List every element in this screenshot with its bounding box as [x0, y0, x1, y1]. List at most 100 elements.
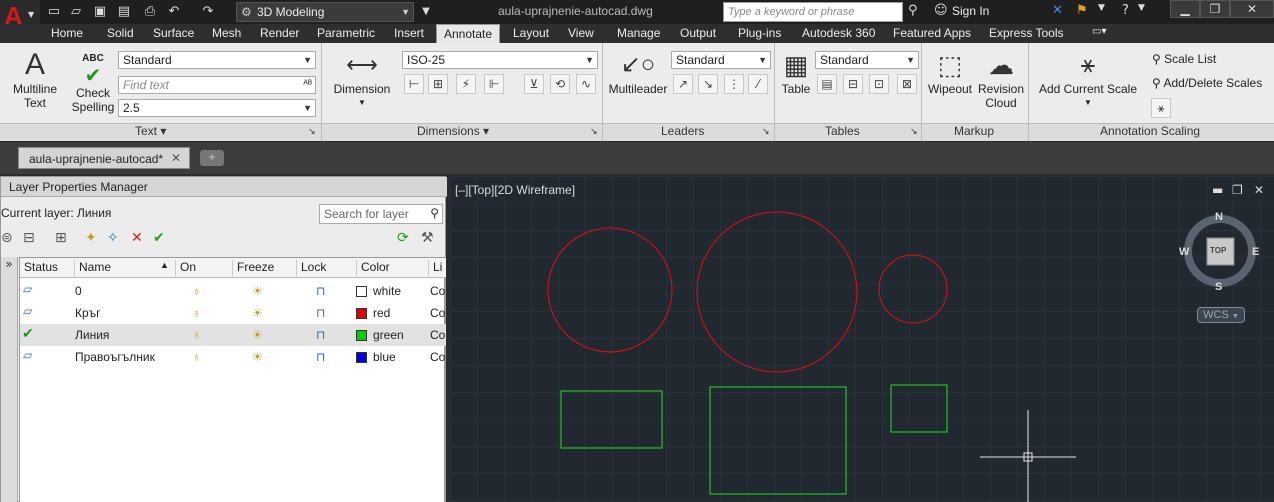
tab-autodesk-360[interactable]: Autodesk 360: [802, 26, 875, 40]
refresh-icon[interactable]: ⟳: [397, 230, 409, 246]
text-style-select[interactable]: Standard ▼: [118, 51, 316, 69]
layer-color[interactable]: green: [356, 328, 404, 342]
column-on[interactable]: On: [175, 260, 196, 278]
print-icon[interactable]: ⎙: [140, 3, 160, 21]
chevron-down-icon[interactable]: ▼: [1098, 3, 1105, 13]
subscription-icon[interactable]: ⚑: [1076, 3, 1088, 18]
viewport-minimize-icon[interactable]: ▬: [1212, 183, 1223, 197]
compass-east[interactable]: E: [1252, 246, 1259, 258]
layer-status-icon[interactable]: ▱: [23, 304, 32, 318]
compass-west[interactable]: W: [1179, 246, 1189, 258]
delete-layer-icon[interactable]: ✕: [131, 230, 143, 246]
layer-search-input[interactable]: Search for layer ⚲: [319, 204, 443, 224]
layer-status-icon[interactable]: ▱: [23, 282, 32, 296]
layer-row[interactable]: ▱ Правоъгълник ♁ ☀ ⊓ blue Co: [20, 346, 446, 368]
help-button[interactable]: ?: [1122, 3, 1129, 18]
tab-insert[interactable]: Insert: [394, 26, 424, 40]
layer-status-icon[interactable]: ▱: [23, 348, 32, 362]
tab-view[interactable]: View: [568, 26, 594, 40]
layer-row[interactable]: ✔ Линия ♁ ☀ ⊓ green Co: [20, 324, 446, 346]
text-panel-title[interactable]: Text ▾: [135, 124, 166, 138]
drawing-canvas[interactable]: [450, 176, 1274, 502]
multiline-text-button[interactable]: A Multiline Text: [8, 48, 62, 110]
unlock-icon[interactable]: ⊓: [316, 350, 325, 364]
add-current-scale-button[interactable]: ⚹ Add Current Scale ▼: [1038, 48, 1138, 110]
tab-layout[interactable]: Layout: [513, 26, 549, 40]
restore-button[interactable]: ❐: [1200, 0, 1230, 18]
viewport-restore-icon[interactable]: ❐: [1232, 183, 1243, 197]
tab-annotate[interactable]: Annotate: [436, 24, 501, 43]
tab-output[interactable]: Output: [680, 26, 716, 40]
layer-name[interactable]: Линия: [75, 328, 109, 342]
align-leader-icon[interactable]: ⋮: [724, 74, 744, 94]
viewcube-top-label[interactable]: TOP: [1210, 246, 1226, 255]
find-text-input[interactable]: Find text ᴬᴮ: [118, 76, 316, 94]
layer-linetype[interactable]: Co: [430, 306, 445, 320]
lightbulb-icon[interactable]: ♁: [192, 284, 201, 298]
dialog-launcher-icon[interactable]: ↘: [910, 126, 918, 137]
layer-name[interactable]: Кръг: [75, 306, 101, 320]
sun-icon[interactable]: ☀: [252, 328, 263, 342]
tab-render[interactable]: Render: [260, 26, 299, 40]
dimensions-panel-title[interactable]: Dimensions ▾: [417, 124, 489, 138]
dialog-launcher-icon[interactable]: ↘: [762, 126, 770, 137]
drawing-viewport[interactable]: [450, 176, 1274, 502]
wipeout-button[interactable]: ⬚ Wipeout: [924, 48, 976, 96]
tab-featured-apps[interactable]: Featured Apps: [893, 26, 971, 40]
lightbulb-icon[interactable]: ♁: [192, 328, 201, 342]
multileader-style-select[interactable]: Standard ▼: [671, 51, 771, 69]
upload-data-icon[interactable]: ⊠: [897, 74, 917, 94]
ribbon-options-icon[interactable]: ▭▾: [1092, 26, 1106, 37]
dim-update-icon[interactable]: ⟲: [550, 74, 570, 94]
lightbulb-icon[interactable]: ♁: [192, 350, 201, 364]
chevron-down-icon[interactable]: ▼: [1138, 3, 1145, 13]
tab-mesh[interactable]: Mesh: [212, 26, 241, 40]
wcs-menu[interactable]: WCS ▼: [1197, 307, 1245, 323]
binoculars-icon[interactable]: ⚲: [908, 3, 918, 18]
new-layer-icon[interactable]: ✦: [85, 230, 97, 246]
sun-icon[interactable]: ☀: [252, 284, 263, 298]
compass-south[interactable]: S: [1215, 281, 1222, 293]
set-current-icon[interactable]: ✔: [153, 230, 165, 246]
new-property-filter-icon[interactable]: ⊜: [1, 230, 13, 246]
layer-name[interactable]: Правоъгълник: [75, 350, 155, 364]
extract-data-icon[interactable]: ▤: [817, 74, 837, 94]
revision-cloud-button[interactable]: ☁ Revision Cloud: [976, 48, 1026, 110]
compass-north[interactable]: N: [1215, 211, 1223, 223]
tab-plug-ins[interactable]: Plug-ins: [738, 26, 781, 40]
column-color[interactable]: Color: [356, 260, 390, 278]
open-icon[interactable]: ▱: [66, 3, 86, 21]
dim-tool-icon[interactable]: ⊢: [404, 74, 424, 94]
link-data-icon[interactable]: ⊟: [843, 74, 863, 94]
tab-manage[interactable]: Manage: [617, 26, 660, 40]
tab-parametric[interactable]: Parametric: [317, 26, 375, 40]
dim-quick-icon[interactable]: ⊞: [428, 74, 448, 94]
unlock-icon[interactable]: ⊓: [316, 284, 325, 298]
redo-icon[interactable]: ↷: [198, 3, 218, 21]
file-tab[interactable]: aula-uprajnenie-autocad* ✕: [18, 147, 190, 169]
viewport-close-icon[interactable]: ✕: [1254, 183, 1264, 197]
layer-color[interactable]: red: [356, 306, 390, 320]
check-spelling-button[interactable]: ABC ✔ Check Spelling: [70, 52, 116, 114]
lightbulb-icon[interactable]: ♁: [192, 306, 201, 320]
customize-quick-access-icon[interactable]: ▼: [416, 3, 436, 21]
new-group-filter-icon[interactable]: ⊟: [23, 230, 35, 246]
sun-icon[interactable]: ☀: [252, 350, 263, 364]
layer-linetype[interactable]: Co: [430, 328, 445, 342]
layer-color[interactable]: blue: [356, 350, 396, 364]
table-button[interactable]: ▦ Table: [776, 48, 816, 96]
minimize-button[interactable]: ▁: [1170, 0, 1200, 18]
layer-linetype[interactable]: Co: [430, 350, 445, 364]
workspace-select[interactable]: ⚙ 3D Modeling ▼: [236, 2, 414, 22]
palette-title[interactable]: Layer Properties Manager: [1, 177, 447, 197]
layer-name[interactable]: 0: [75, 284, 82, 298]
exchange-icon[interactable]: ✕: [1052, 3, 1063, 18]
tab-home[interactable]: Home: [51, 26, 83, 40]
column-name[interactable]: Name: [74, 260, 111, 278]
expand-filter-tree-button[interactable]: »: [1, 257, 18, 502]
dialog-launcher-icon[interactable]: ↘: [308, 126, 316, 137]
sun-icon[interactable]: ☀: [252, 306, 263, 320]
save-icon[interactable]: ▣: [90, 3, 110, 21]
remove-leader-icon[interactable]: ↘: [698, 74, 718, 94]
collect-leader-icon[interactable]: ⁄: [748, 74, 768, 94]
